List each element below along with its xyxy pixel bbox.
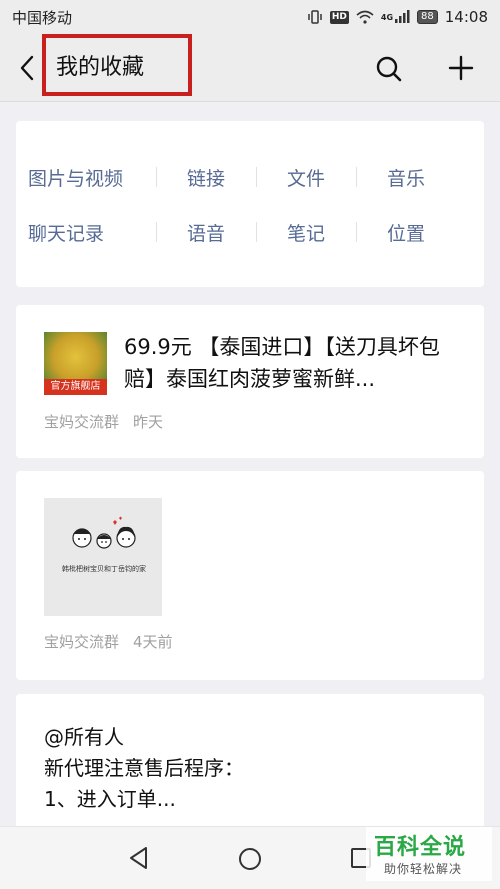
battery-icon: 88 [417, 10, 438, 24]
product-thumbnail: 官方旗舰店 [44, 332, 107, 395]
chevron-left-icon [20, 55, 34, 81]
plus-icon [448, 55, 474, 81]
watermark: 百科全说 助你轻松解决 [366, 827, 492, 881]
wifi-icon [356, 10, 374, 24]
hd-badge: HD [329, 10, 349, 24]
category-card: 图片与视频 链接 文件 音乐 聊天记录 语音 笔记 位置 [16, 121, 484, 287]
favorite-title: 69.9元 【泰国进口】【送刀具坏包赔】泰国红肉菠萝蜜新鲜... [124, 335, 440, 391]
triangle-back-icon [130, 847, 147, 869]
category-notes[interactable]: 笔记 [256, 218, 356, 246]
page-title: 我的收藏 [56, 55, 145, 80]
clock: 14:08 [444, 8, 488, 26]
favorite-item-image[interactable]: 韩枇杷树宝贝和丁岳钧的家 宝妈交流群 4天前 [16, 471, 484, 680]
header: 我的收藏 [0, 34, 500, 102]
nav-home-button[interactable] [237, 846, 263, 872]
category-row: 聊天记录 语音 笔记 位置 [16, 218, 484, 246]
category-location[interactable]: 位置 [356, 218, 456, 246]
title-highlight-box: 我的收藏 [42, 34, 192, 96]
add-button[interactable] [443, 50, 479, 86]
category-links[interactable]: 链接 [156, 163, 256, 191]
status-bar: 中国移动 HD 4G 88 14:08 [0, 0, 500, 34]
category-music[interactable]: 音乐 [356, 163, 456, 191]
category-chat-history[interactable]: 聊天记录 [16, 218, 156, 246]
category-files[interactable]: 文件 [256, 163, 356, 191]
circle-home-icon [239, 848, 261, 870]
vibrate-icon [307, 10, 323, 24]
favorite-meta: 宝妈交流群 4天前 [44, 631, 173, 652]
nav-back-button[interactable] [126, 845, 152, 871]
favorite-meta: 宝妈交流群 昨天 [44, 411, 163, 432]
favorite-time: 昨天 [133, 413, 164, 431]
cartoon-family-illustration [72, 516, 136, 549]
signal-icon: 4G [381, 10, 410, 24]
category-images-videos[interactable]: 图片与视频 [16, 163, 156, 191]
back-button[interactable] [12, 52, 42, 84]
favorite-source: 宝妈交流群 [44, 633, 120, 651]
image-caption: 韩枇杷树宝贝和丁岳钧的家 [62, 565, 146, 573]
thumbnail-tag: 官方旗舰店 [44, 379, 107, 395]
network-label: 4G [380, 12, 394, 22]
category-voice[interactable]: 语音 [156, 218, 256, 246]
favorite-item-product[interactable]: 官方旗舰店 69.9元 【泰国进口】【送刀具坏包赔】泰国红肉菠萝蜜新鲜... 宝… [16, 305, 484, 458]
image-thumbnail: 韩枇杷树宝贝和丁岳钧的家 [44, 498, 162, 616]
favorite-item-text[interactable]: @所有人 新代理注意售后程序： 1、进入订单... [16, 694, 484, 834]
search-icon [376, 56, 402, 82]
carrier-label: 中国移动 [12, 8, 73, 27]
watermark-subtitle: 助你轻松解决 [384, 862, 463, 876]
status-icons: HD 4G 88 14:08 [307, 8, 488, 26]
favorite-text-content: @所有人 新代理注意售后程序： 1、进入订单... [44, 725, 244, 811]
favorite-time: 4天前 [133, 633, 173, 651]
category-row: 图片与视频 链接 文件 音乐 [16, 163, 484, 191]
search-button[interactable] [372, 52, 406, 86]
favorite-source: 宝妈交流群 [44, 413, 120, 431]
watermark-title: 百科全说 [374, 835, 467, 860]
